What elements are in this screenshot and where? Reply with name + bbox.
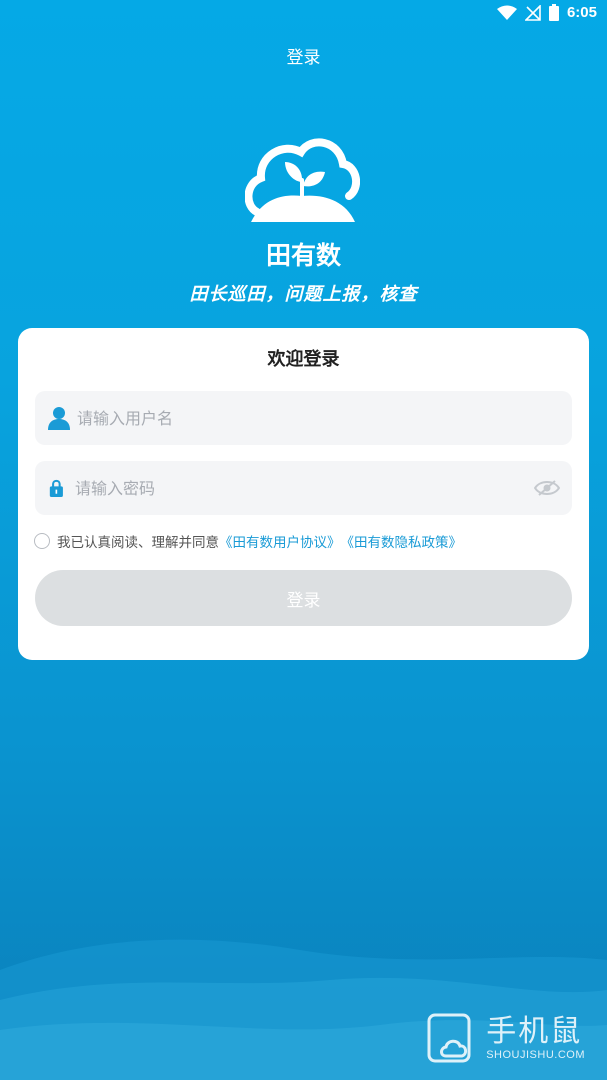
username-input[interactable]	[77, 391, 517, 445]
agreement-text: 我已认真阅读、理解并同意	[57, 535, 219, 551]
app-slogan: 田长巡田，问题上报，核查	[189, 284, 418, 305]
privacy-policy-link[interactable]: 《田有数隐私政策》	[341, 531, 463, 551]
login-card-title: 欢迎登录	[267, 349, 340, 370]
eye-hidden-icon[interactable]	[534, 478, 560, 498]
username-field[interactable]	[35, 391, 572, 445]
battery-icon	[548, 4, 559, 21]
page-title: 登录	[286, 48, 321, 68]
password-input[interactable]	[75, 461, 515, 515]
app-logo-icon	[245, 138, 360, 222]
login-button[interactable]: 登录	[35, 570, 572, 626]
status-icons: 6:05	[496, 4, 597, 21]
login-card: 欢迎登录 我已认真阅读、理解并同意 《田有数用户协议》 《田有数隐私政策》 登录	[18, 328, 589, 660]
user-icon	[48, 407, 70, 430]
watermark-domain: SHOUJISHU.COM	[486, 1049, 585, 1061]
password-field[interactable]	[35, 461, 572, 515]
watermark-logo-icon	[427, 1013, 471, 1063]
no-signal-icon	[524, 4, 541, 21]
lock-icon	[49, 479, 63, 497]
wifi-icon	[496, 5, 517, 20]
status-bar: 6:05	[0, 0, 607, 30]
agreement-checkbox[interactable]	[34, 533, 50, 549]
user-agreement-link[interactable]: 《田有数用户协议》	[219, 531, 341, 551]
agreement-row: 我已认真阅读、理解并同意 《田有数用户协议》 《田有数隐私政策》	[34, 531, 462, 551]
app-name: 田有数	[265, 241, 341, 270]
watermark-name: 手机鼠	[486, 1014, 583, 1049]
watermark: 手机鼠 SHOUJISHU.COM	[426, 1012, 585, 1064]
status-time: 6:05	[566, 4, 597, 21]
